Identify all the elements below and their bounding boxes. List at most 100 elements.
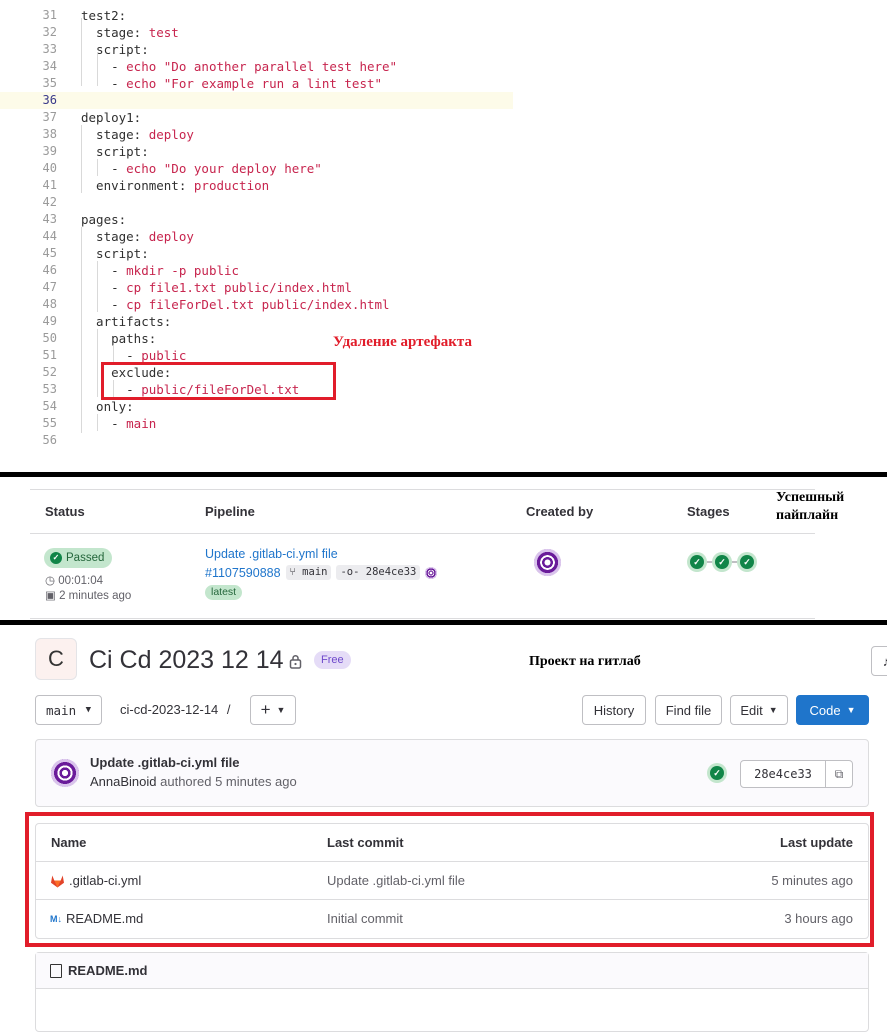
project-avatar[interactable]: C xyxy=(35,638,77,680)
code-line[interactable]: 46 - mkdir -p public xyxy=(0,262,513,279)
indent-guide xyxy=(81,227,82,433)
commit-title-link[interactable]: Update .gitlab-ci.yml file xyxy=(90,755,240,770)
annotation-label: Удаление артефакта xyxy=(333,334,472,350)
line-number: 41 xyxy=(42,178,57,192)
edit-button[interactable]: Edit ▼ xyxy=(730,695,788,725)
line-number: 49 xyxy=(42,314,57,328)
code-line[interactable]: 33 script: xyxy=(0,41,513,58)
code-line[interactable]: 54 only: xyxy=(0,398,513,415)
branch-selector[interactable]: main ▼ xyxy=(35,695,102,725)
code-text: paths: xyxy=(81,331,157,346)
breadcrumb-separator: / xyxy=(226,702,231,717)
table-border xyxy=(30,489,815,490)
code-line[interactable]: 44 stage: deploy xyxy=(0,228,513,245)
line-number: 55 xyxy=(42,416,57,430)
code-text: - main xyxy=(81,416,157,431)
pipelines-table: Status Pipeline Created by Stages ✓ Pass… xyxy=(0,477,887,620)
latest-badge: latest xyxy=(205,585,243,600)
find-file-button[interactable]: Find file xyxy=(655,695,722,725)
pipeline-commit-link[interactable]: Update .gitlab-ci.yml file xyxy=(205,547,338,561)
code-line[interactable]: 49 artifacts: xyxy=(0,313,513,330)
commit-author-link[interactable]: AnnaBinoid xyxy=(90,774,157,789)
annotation-label: Проект на гитлаб xyxy=(529,654,641,669)
indent-guide xyxy=(97,159,98,176)
indent-guide xyxy=(81,125,82,193)
code-line[interactable]: 38 stage: deploy xyxy=(0,126,513,143)
line-number: 56 xyxy=(42,433,57,447)
code-text: script: xyxy=(81,144,149,159)
header-stages: Stages xyxy=(687,504,730,519)
code-line[interactable]: 34 - echo "Do another parallel test here… xyxy=(0,58,513,75)
code-line[interactable]: 40 - echo "Do your deploy here" xyxy=(0,160,513,177)
code-text: only: xyxy=(81,399,134,414)
user-avatar-icon[interactable] xyxy=(425,566,438,579)
code-line[interactable]: 56 xyxy=(0,432,513,449)
code-text: script: xyxy=(81,246,149,261)
pipeline-status-icon[interactable]: ✓ xyxy=(707,763,727,783)
indent-guide xyxy=(81,18,82,86)
annotation-highlight-box xyxy=(101,362,336,400)
code-text: environment: production xyxy=(81,178,270,193)
line-number: 36 xyxy=(42,93,57,107)
stage-deploy-status[interactable]: ✓ xyxy=(737,552,757,572)
code-line[interactable]: 35 - echo "For example run a lint test" xyxy=(0,75,513,92)
line-number: 54 xyxy=(42,399,57,413)
line-number: 51 xyxy=(42,348,57,362)
indent-guide xyxy=(97,261,98,312)
code-button[interactable]: Code ▼ xyxy=(796,695,869,725)
history-button[interactable]: History xyxy=(582,695,646,725)
table-border xyxy=(30,618,815,619)
readme-title: README.md xyxy=(68,963,148,978)
commit-sha[interactable]: 28e4ce33 xyxy=(740,760,826,788)
line-number: 34 xyxy=(42,59,57,73)
copy-icon[interactable]: ⧉ xyxy=(825,760,853,788)
line-number: 40 xyxy=(42,161,57,175)
creator-avatar[interactable] xyxy=(534,549,561,576)
notification-bell-button[interactable]: ♪ xyxy=(871,646,887,676)
stage-build-status[interactable]: ✓ xyxy=(712,552,732,572)
tier-badge: Free xyxy=(314,651,351,669)
status-badge[interactable]: ✓ Passed xyxy=(44,548,113,568)
code-text: - cp file1.txt public/index.html xyxy=(81,280,352,295)
code-line[interactable]: 32 stage: test xyxy=(0,24,513,41)
pipeline-finished: ▣ 2 minutes ago xyxy=(45,590,132,602)
code-text: - echo "For example run a lint test" xyxy=(81,76,383,91)
line-number: 46 xyxy=(42,263,57,277)
code-text: stage: deploy xyxy=(81,127,194,142)
pipeline-id-link[interactable]: #1107590888 xyxy=(205,566,281,580)
branch-chip[interactable]: ⑂ main xyxy=(285,565,332,580)
plus-icon: + xyxy=(260,700,271,719)
indent-guide xyxy=(97,329,98,397)
indent-guide xyxy=(113,346,114,363)
project-title: Ci Cd 2023 12 14 xyxy=(89,646,284,674)
commit-sha-chip[interactable]: -o- 28e4ce33 xyxy=(336,565,421,580)
code-line[interactable]: 42 xyxy=(0,194,513,211)
check-icon: ✓ xyxy=(50,552,62,564)
breadcrumb-project-link[interactable]: ci-cd-2023-12-14 xyxy=(120,702,218,717)
code-text: test2: xyxy=(81,8,127,23)
code-text: stage: test xyxy=(81,25,179,40)
chevron-down-icon: ▼ xyxy=(846,705,856,715)
line-number: 33 xyxy=(42,42,57,56)
author-avatar[interactable] xyxy=(51,759,79,787)
code-line[interactable]: 47 - cp file1.txt public/index.html xyxy=(0,279,513,296)
chevron-down-icon: ▼ xyxy=(276,705,286,715)
code-line[interactable]: 36 xyxy=(0,92,513,109)
check-icon: ✓ xyxy=(715,555,729,569)
code-line[interactable]: 41 environment: production xyxy=(0,177,513,194)
code-line[interactable]: 48 - cp fileForDel.txt public/index.html xyxy=(0,296,513,313)
line-number: 43 xyxy=(42,212,57,226)
add-menu-button[interactable]: + ▼ xyxy=(250,695,296,725)
code-line[interactable]: 39 script: xyxy=(0,143,513,160)
line-number: 38 xyxy=(42,127,57,141)
line-number: 48 xyxy=(42,297,57,311)
line-number: 52 xyxy=(42,365,57,379)
stage-test-status[interactable]: ✓ xyxy=(687,552,707,572)
code-line[interactable]: 43 pages: xyxy=(0,211,513,228)
code-text: - cp fileForDel.txt public/index.html xyxy=(81,297,390,312)
code-line[interactable]: 31 test2: xyxy=(0,7,513,24)
code-line[interactable]: 37 deploy1: xyxy=(0,109,513,126)
code-line[interactable]: 45 script: xyxy=(0,245,513,262)
last-commit-panel: Update .gitlab-ci.yml file AnnaBinoid au… xyxy=(35,739,869,807)
code-line[interactable]: 55 - main xyxy=(0,415,513,432)
